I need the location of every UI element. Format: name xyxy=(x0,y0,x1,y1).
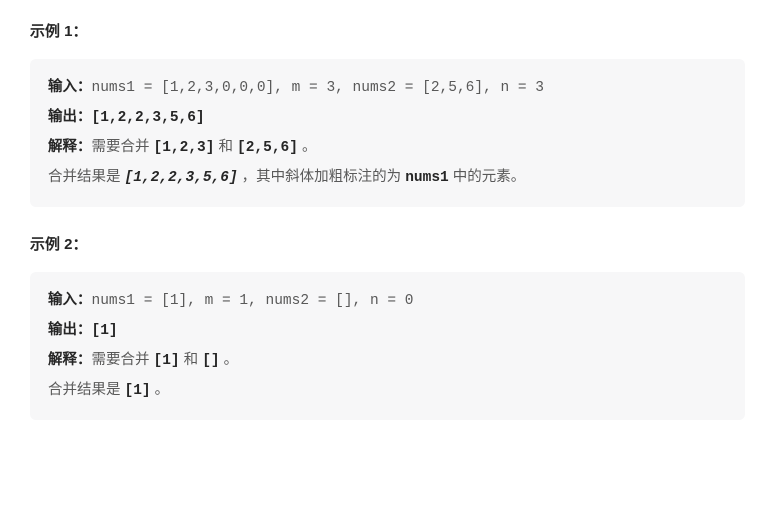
explain-label: 解释： xyxy=(48,352,92,368)
output-text: [1,2,2,3,5,6] xyxy=(92,110,205,126)
explain-and: 和 xyxy=(214,139,237,155)
output-label: 输出： xyxy=(48,109,92,125)
explain-label: 解释： xyxy=(48,139,92,155)
input-label: 输入： xyxy=(48,292,92,308)
explain-and: 和 xyxy=(180,352,203,368)
input-label: 输入： xyxy=(48,79,92,95)
explain-line: 解释：需要合并 [1] 和 [] 。 xyxy=(48,346,727,376)
explain-arr1: [1] xyxy=(154,353,180,369)
example-heading: 示例 2： xyxy=(30,231,745,258)
example-block: 输入：nums1 = [1], m = 1, nums2 = [], n = 0… xyxy=(30,272,745,420)
explain-arr2: [2,5,6] xyxy=(237,140,298,156)
result-prefix: 合并结果是 xyxy=(48,169,125,185)
result-arr: [1,2,2,3,5,6] xyxy=(125,170,238,186)
output-line: 输出：[1,2,2,3,5,6] xyxy=(48,103,727,133)
result-prefix: 合并结果是 xyxy=(48,382,125,398)
output-label: 输出： xyxy=(48,322,92,338)
explain-arr2: [] xyxy=(202,353,219,369)
result-mid: ，其中斜体加粗标注的为 xyxy=(238,169,406,185)
result-nums1: nums1 xyxy=(405,170,449,186)
result-arr: [1] xyxy=(125,383,151,399)
explain-period: 。 xyxy=(298,139,317,155)
result-line: 合并结果是 [1] 。 xyxy=(48,376,727,406)
explain-prefix: 需要合并 xyxy=(92,352,154,368)
example-heading: 示例 1： xyxy=(30,18,745,45)
output-line: 输出：[1] xyxy=(48,316,727,346)
result-line: 合并结果是 [1,2,2,3,5,6] ，其中斜体加粗标注的为 nums1 中的… xyxy=(48,163,727,193)
example-block: 输入：nums1 = [1,2,3,0,0,0], m = 3, nums2 =… xyxy=(30,59,745,207)
input-text: nums1 = [1], m = 1, nums2 = [], n = 0 xyxy=(92,293,414,309)
explain-period: 。 xyxy=(220,352,239,368)
explain-arr1: [1,2,3] xyxy=(154,140,215,156)
input-text: nums1 = [1,2,3,0,0,0], m = 3, nums2 = [2… xyxy=(92,80,544,96)
result-suffix: 。 xyxy=(151,382,170,398)
input-line: 输入：nums1 = [1], m = 1, nums2 = [], n = 0 xyxy=(48,286,727,316)
explain-prefix: 需要合并 xyxy=(92,139,154,155)
output-text: [1] xyxy=(92,323,118,339)
result-suffix: 中的元素。 xyxy=(449,169,526,185)
input-line: 输入：nums1 = [1,2,3,0,0,0], m = 3, nums2 =… xyxy=(48,73,727,103)
explain-line: 解释：需要合并 [1,2,3] 和 [2,5,6] 。 xyxy=(48,133,727,163)
